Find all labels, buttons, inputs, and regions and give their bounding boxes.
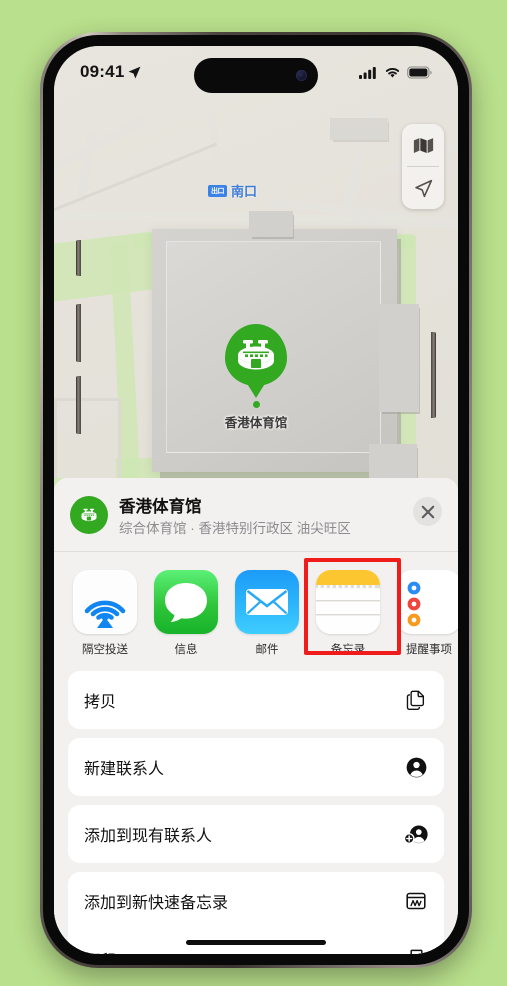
volume-up-button[interactable]	[76, 304, 81, 362]
action-group: 拷贝	[68, 671, 444, 730]
share-sheet-titles: 香港体育馆 综合体育馆 · 香港特别行政区 油尖旺区	[119, 496, 402, 537]
poi-anchor-dot	[252, 401, 260, 408]
dynamic-island[interactable]	[194, 58, 318, 93]
phone-bezel: 出口 南口 香港体育馆 09:41 香港体育馆 综合体育馆 · 香港特别行政区 …	[43, 35, 469, 965]
reminders-glyph	[407, 581, 421, 627]
messages-glyph	[165, 583, 207, 623]
action-new-contact[interactable]: 新建联系人	[68, 738, 444, 796]
quick-note-icon	[404, 889, 428, 913]
share-app-label: 备忘录	[330, 644, 366, 657]
share-app-label: 邮件	[255, 644, 279, 657]
phone-screen: 出口 南口 香港体育馆 09:41 香港体育馆 综合体育馆 · 香港特别行政区 …	[54, 46, 458, 954]
wifi-icon	[385, 67, 400, 78]
reminders-icon	[397, 570, 458, 635]
building-annex	[330, 118, 388, 140]
status-indicators	[359, 65, 432, 79]
map-type-button[interactable]	[402, 124, 444, 166]
phone-frame: 出口 南口 香港体育馆 09:41 香港体育馆 综合体育馆 · 香港特别行政区 …	[40, 32, 472, 968]
messages-icon	[154, 570, 218, 635]
stadium-icon	[238, 340, 274, 370]
mail-glyph	[246, 589, 288, 616]
status-time: 09:41	[80, 62, 125, 81]
share-sheet-header: 香港体育馆 综合体育馆 · 香港特别行政区 油尖旺区	[54, 478, 458, 551]
volume-down-button[interactable]	[76, 376, 81, 434]
action-label: 拷贝	[84, 694, 117, 712]
cellular-signal-icon	[359, 66, 376, 79]
share-app-label: 隔空投送	[82, 644, 128, 657]
home-indicator[interactable]	[186, 940, 326, 945]
close-button[interactable]	[413, 497, 442, 526]
mail-icon	[235, 570, 299, 635]
status-time-group: 09:41	[80, 62, 142, 82]
transit-label[interactable]: 出口 南口	[208, 181, 257, 200]
copy-icon	[404, 688, 428, 712]
stadium-icon	[70, 496, 108, 534]
road	[54, 114, 150, 179]
action-button[interactable]	[76, 240, 81, 276]
share-app-reminders[interactable]: 提醒事项	[397, 570, 458, 657]
folded-map-icon	[413, 137, 433, 153]
poi-label: 香港体育馆	[224, 416, 288, 430]
printer-icon	[404, 947, 428, 954]
action-copy[interactable]: 拷贝	[68, 671, 444, 729]
share-app-row[interactable]: 隔空投送 信息 邮件 备忘录 提醒事项	[54, 552, 458, 671]
map-controls[interactable]	[402, 124, 444, 209]
airdrop-glyph	[84, 600, 126, 629]
building-annex	[249, 211, 293, 237]
action-label: 添加到现有联系人	[84, 828, 213, 846]
power-button[interactable]	[431, 332, 436, 418]
share-sheet-subtitle: 综合体育馆 · 香港特别行政区 油尖旺区	[119, 520, 351, 536]
locate-me-button[interactable]	[402, 167, 444, 209]
share-sheet-title: 香港体育馆	[119, 498, 202, 516]
navigation-arrow-icon	[414, 179, 432, 197]
action-label: 新建联系人	[84, 761, 165, 779]
front-camera-icon	[296, 70, 307, 81]
action-add-existing-contact[interactable]: 添加到现有联系人	[68, 805, 444, 863]
notes-glyph	[316, 570, 380, 635]
share-app-mail[interactable]: 邮件	[235, 570, 299, 657]
share-action-list[interactable]: 拷贝 新建联系人 添加到现有联系人 添加到新快速备忘录	[54, 671, 458, 954]
poi-pin[interactable]	[225, 324, 287, 386]
share-app-airdrop[interactable]: 隔空投送	[73, 570, 137, 657]
action-group: 新建联系人	[68, 738, 444, 797]
share-app-label: 提醒事项	[406, 644, 452, 657]
share-app-messages[interactable]: 信息	[154, 570, 218, 657]
airdrop-icon	[73, 570, 137, 635]
add-to-contact-icon	[404, 822, 428, 846]
transit-label-text: 南口	[231, 184, 258, 199]
action-label: 添加到新快速备忘录	[84, 895, 229, 913]
action-group: 添加到现有联系人	[68, 805, 444, 864]
new-contact-icon	[404, 755, 428, 779]
transit-exit-badge: 出口	[208, 184, 227, 197]
action-label: 打印	[84, 947, 116, 954]
share-app-label: 信息	[174, 644, 198, 657]
stadium-glyph	[81, 508, 97, 522]
battery-icon	[407, 65, 432, 79]
share-sheet: 香港体育馆 综合体育馆 · 香港特别行政区 油尖旺区 隔空投送 信息 邮件 备忘…	[54, 478, 458, 954]
action-new-quick-note[interactable]: 添加到新快速备忘录	[68, 872, 444, 930]
notes-icon	[316, 570, 380, 635]
share-app-notes[interactable]: 备忘录	[304, 558, 401, 657]
close-icon	[421, 505, 434, 518]
poi-pin-group[interactable]: 香港体育馆	[54, 324, 458, 431]
building-annex	[369, 444, 417, 478]
location-arrow-icon	[129, 66, 141, 78]
